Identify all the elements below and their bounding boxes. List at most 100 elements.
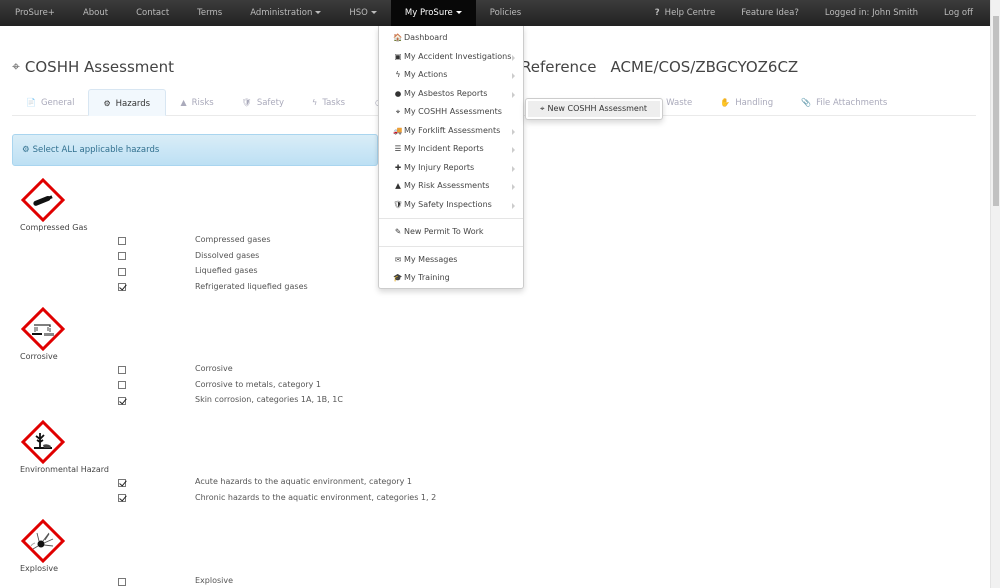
hazard-option: Compressed gases <box>118 233 271 249</box>
hazard-checkbox[interactable] <box>118 381 126 390</box>
new-coshh-assessment-item[interactable]: ⌖ New COSHH Assessment <box>528 101 660 117</box>
hazard-group-environmental-hazard: Environmental Hazard Acute hazards to the… <box>20 419 436 503</box>
tab-icon: ✋ <box>720 98 731 107</box>
caret-right-icon <box>512 184 515 190</box>
nav-my-prosure[interactable]: My ProSure <box>390 0 476 26</box>
list-icon: ☰ <box>394 144 402 153</box>
my-prosure-dropdown-menu: 🏠Dashboard ▣ My Accident Investigations ϟ My… <box>378 26 524 289</box>
hazard-option-label: Explosive <box>195 576 234 585</box>
tab-general[interactable]: 📄 General <box>12 89 88 116</box>
hazard-option: Corrosive <box>118 362 233 378</box>
envelope-icon: ✉ <box>394 254 402 264</box>
page-title-text: COSHH Assessment <box>24 58 174 76</box>
caret-right-icon <box>512 147 515 153</box>
tab-label: Handling <box>735 98 774 108</box>
menu-divider <box>379 218 523 219</box>
hazard-checkbox[interactable] <box>118 236 126 245</box>
crosshairs-icon: ⌖ <box>540 104 545 113</box>
hazard-option-label: Acute hazards to the aquatic environment… <box>195 477 412 486</box>
gear-icon: ⚙ <box>22 145 30 155</box>
nav-administration[interactable]: Administration <box>236 0 335 26</box>
menu-item-label: My COSHH Assessments <box>404 107 502 116</box>
menu-item-my-forklift-assessments[interactable]: 🚚My Forklift Assessments <box>379 122 523 141</box>
caret-right-icon <box>512 128 515 135</box>
caret-down-icon <box>315 11 322 14</box>
scrollbar-thumb[interactable] <box>993 16 999 206</box>
nav-terms[interactable]: Terms <box>183 0 236 26</box>
tab-hazards[interactable]: ⚙ Hazards <box>88 89 167 116</box>
tab-label: Hazards <box>115 99 151 109</box>
medkit-icon: ✚ <box>394 162 402 172</box>
nav-hso[interactable]: HSO <box>335 0 390 26</box>
home-icon: 🏠 <box>393 33 403 42</box>
tab-safety[interactable]: 🛡 Safety <box>228 89 298 116</box>
nav-label: Administration <box>250 8 313 18</box>
hazard-checkbox[interactable] <box>118 267 126 276</box>
nav-log-off[interactable]: Log off <box>931 0 986 26</box>
nav-logged-in[interactable]: Logged in: John Smith <box>812 0 931 26</box>
nav-help-label: Help Centre <box>664 8 716 18</box>
crosshairs-icon: ⌖ <box>395 107 401 116</box>
nav-contact[interactable]: Contact <box>122 0 183 26</box>
corrosion-pictogram-icon <box>20 306 66 352</box>
menu-item-my-injury-reports[interactable]: ✚ My Injury Reports <box>379 159 523 178</box>
info-alert: ⚙ Select ALL applicable hazards <box>12 134 378 166</box>
tab-handling[interactable]: ✋ Handling <box>706 89 787 116</box>
hazard-option: Skin corrosion, categories 1A, 1B, 1C <box>118 393 343 409</box>
hazard-option-label: Refrigerated liquefied gases <box>195 281 308 291</box>
nav-label: Terms <box>197 8 223 18</box>
nav-label: HSO <box>349 8 368 18</box>
menu-item-my-asbestos-reports[interactable]: ● My Asbestos Reports <box>379 85 523 104</box>
alert-text: Select ALL applicable hazards <box>32 145 160 155</box>
menu-item-dashboard[interactable]: 🏠Dashboard <box>379 29 523 48</box>
hazard-checkbox[interactable] <box>118 252 126 261</box>
warning-icon: ▲ <box>395 181 401 190</box>
tab-tasks[interactable]: ϟ Tasks <box>298 89 361 116</box>
tab-icon: 📎 <box>801 98 812 107</box>
nav-feature-idea[interactable]: Feature Idea? <box>728 0 812 26</box>
tab-risks[interactable]: ▲ Risks <box>166 89 227 116</box>
menu-item-label: My Accident Investigations <box>404 51 512 61</box>
menu-item-label: Dashboard <box>404 33 448 42</box>
tab-icon: 📄 <box>26 98 36 107</box>
menu-item-my-risk-assessments[interactable]: ▲ My Risk Assessments <box>379 177 523 196</box>
menu-item-my-actions[interactable]: ϟ My Actions <box>379 66 523 85</box>
menu-item-new-permit-to-work[interactable]: ✎ New Permit To Work <box>379 223 523 242</box>
nav-about[interactable]: About <box>69 0 122 26</box>
hazard-checkbox[interactable] <box>118 577 126 586</box>
tab-file-attachments[interactable]: 📎 File Attachments <box>787 89 912 116</box>
hazard-checkbox[interactable] <box>118 396 126 405</box>
hazard-group-explosive: Explosive Explosive <box>20 518 233 586</box>
tab-label: File Attachments <box>816 98 888 108</box>
caret-right-icon <box>512 54 515 61</box>
nav-left: ProSure+ About Contact Terms Administration H… <box>0 0 535 26</box>
nav-policies[interactable]: Policies <box>476 0 535 26</box>
caret-right-icon <box>512 165 515 172</box>
menu-item-my-accident-investigations[interactable]: ▣ My Accident Investigations <box>379 48 523 67</box>
nav-label: About <box>82 8 109 18</box>
menu-item-label: My Forklift Assessments <box>404 125 501 135</box>
hazard-option: Chronic hazards to the aquatic environme… <box>118 491 436 507</box>
menu-item-label: My Training <box>404 273 450 282</box>
hazard-checkbox[interactable] <box>118 365 126 374</box>
tab-label: Waste <box>666 98 693 108</box>
hazard-checkbox[interactable] <box>118 478 126 487</box>
hazard-option: Corrosive to metals, category 1 <box>118 378 321 394</box>
menu-item-my-coshh-assessments[interactable]: ⌖ My COSHH Assessments <box>379 103 523 122</box>
nav-prosure[interactable]: ProSure+ <box>2 0 69 26</box>
circle-icon: ● <box>394 88 402 98</box>
caret-down-icon <box>455 11 462 14</box>
menu-item-my-incident-reports[interactable]: ☰ My Incident Reports <box>379 140 523 159</box>
hazard-checkbox[interactable] <box>118 283 126 292</box>
hazard-option-label: Chronic hazards to the aquatic environme… <box>195 492 437 502</box>
hazard-option-label: Corrosive to metals, category 1 <box>195 379 322 389</box>
menu-item-my-safety-inspections[interactable]: 🛡My Safety Inspections <box>379 196 523 215</box>
reference: Reference ACME/COS/ZBGCYOZ6CZ <box>521 58 798 76</box>
page-scrollbar[interactable] <box>990 0 1000 588</box>
menu-item-my-messages[interactable]: ✉ My Messages <box>379 251 523 270</box>
menu-item-my-training[interactable]: 🎓My Training <box>379 269 523 288</box>
hazard-group-corrosive: Corrosive Corrosive Corrosive to metals, c… <box>20 306 343 405</box>
hazard-name: Explosive <box>20 564 59 573</box>
hazard-checkbox[interactable] <box>118 494 126 503</box>
nav-help-centre[interactable]: ? Help Centre <box>642 0 728 26</box>
